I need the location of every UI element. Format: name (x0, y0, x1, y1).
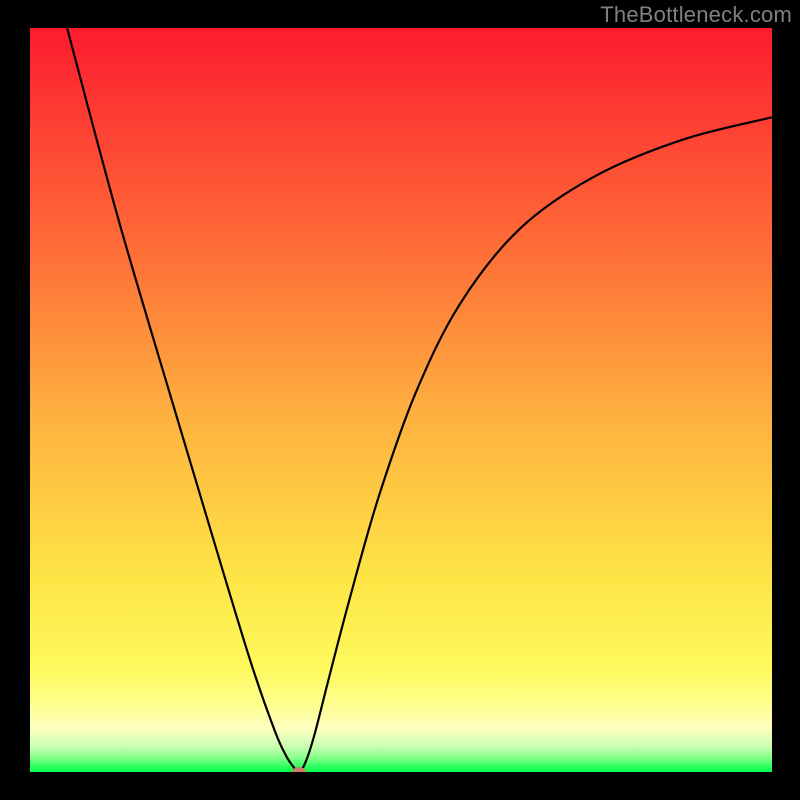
curve-path (67, 28, 772, 772)
plot-area (30, 28, 772, 772)
minimum-marker (292, 767, 306, 772)
watermark-text: TheBottleneck.com (600, 2, 792, 28)
chart-frame: TheBottleneck.com (0, 0, 800, 800)
bottleneck-curve (30, 28, 772, 772)
